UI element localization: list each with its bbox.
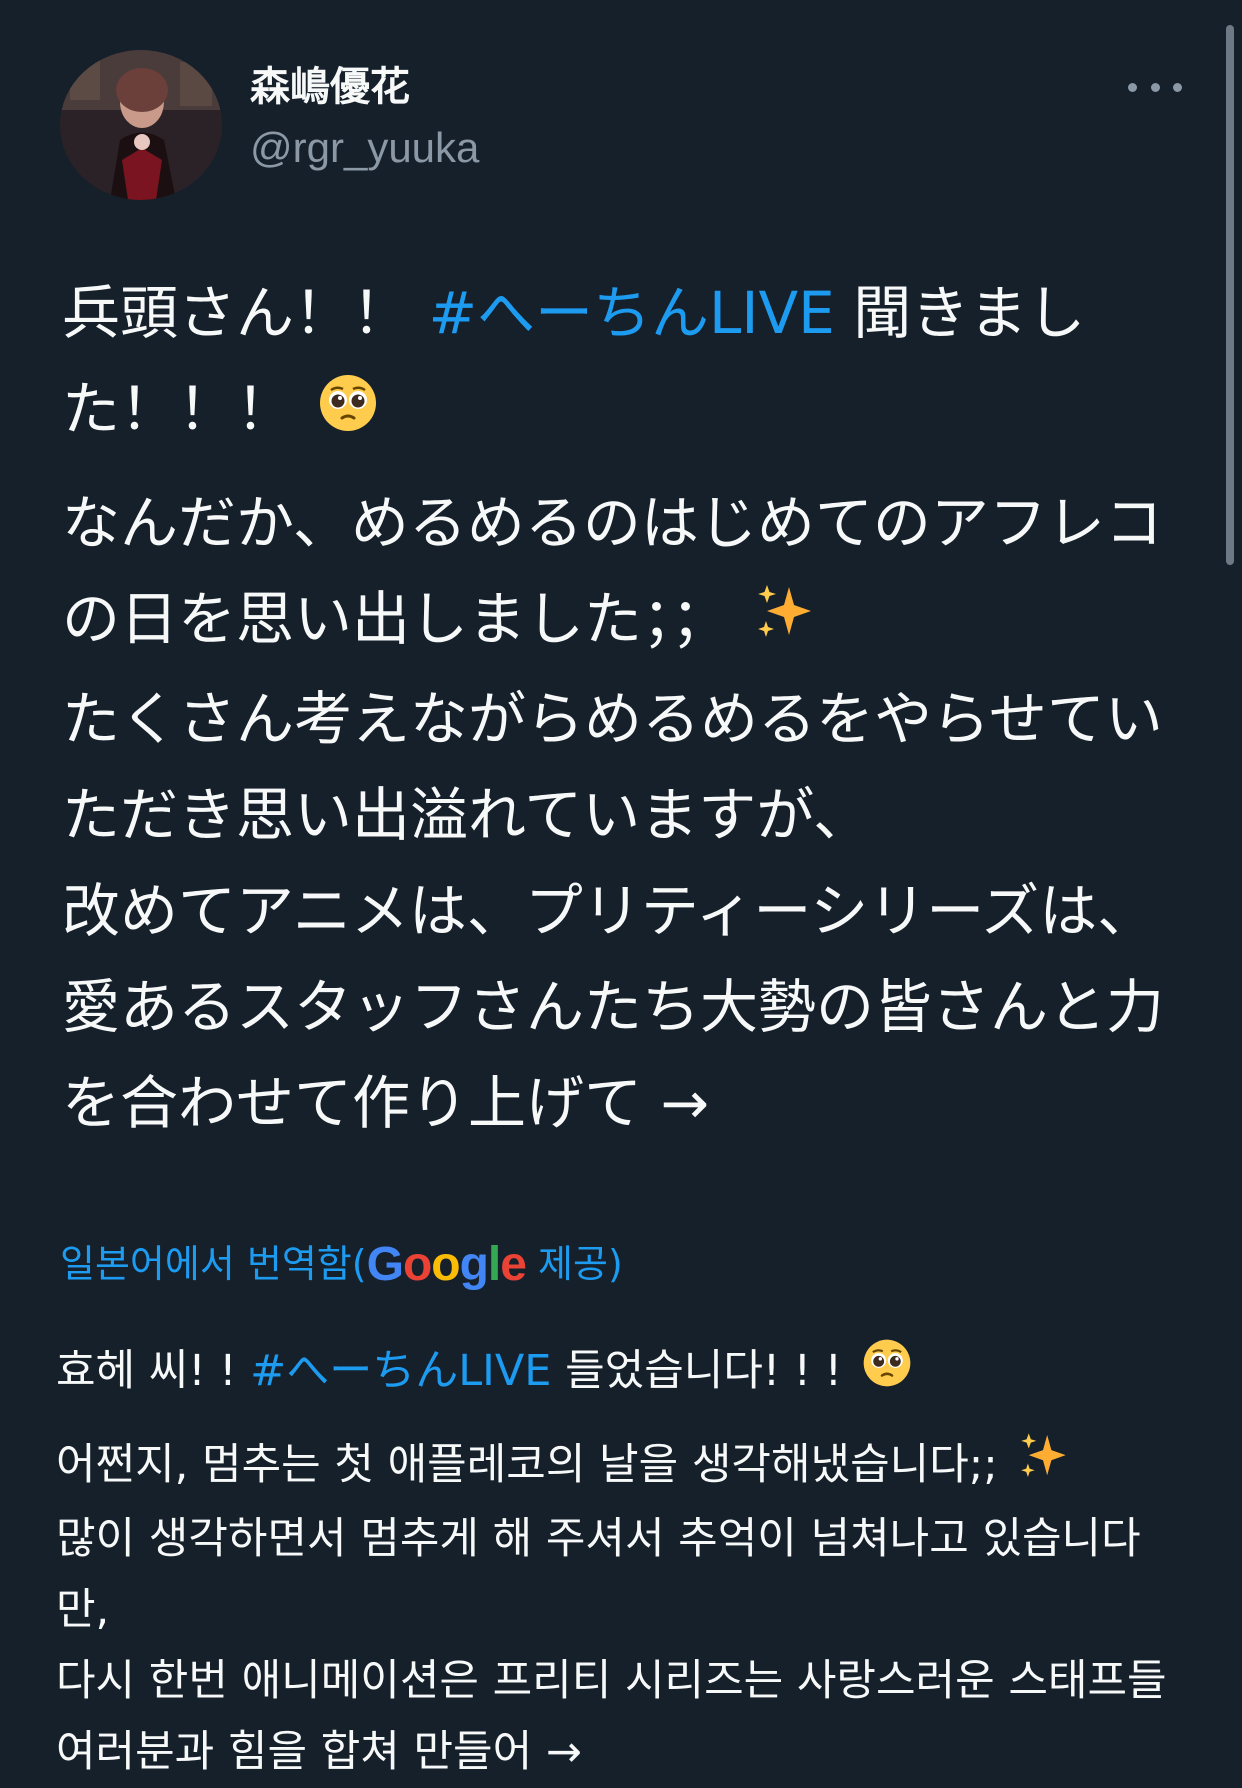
display-name[interactable]: 森嶋優花 bbox=[250, 62, 410, 112]
translated-paragraph-2: 어쩐지, 멈추는 첫 애플레코의 날을 생각해냈습니다;; 많이 생각하면서 멈… bbox=[56, 1430, 1176, 1788]
translated-line-1: 효헤 씨! ! #へーちんLIVE 들었습니다! ! ! bbox=[56, 1336, 1176, 1410]
translation-label: 일본어에서 번역함( bbox=[60, 1242, 367, 1286]
translated-text: 효헤 씨! ! #へーちんLIVE 들었습니다! ! ! 어쩐지, 멈추는 첫 … bbox=[56, 1336, 1176, 1788]
avatar[interactable] bbox=[60, 50, 222, 200]
translated-text-segment: 어쩐지, 멈추는 첫 애플레코의 날을 생각해냈습니다;; bbox=[56, 1440, 998, 1490]
sparkles-icon bbox=[1017, 1430, 1069, 1504]
pleading-face-icon bbox=[862, 1338, 912, 1410]
more-dot-icon bbox=[1128, 83, 1137, 92]
tweet-paragraph-1: 兵頭さん！！ #へーちんLIVE 聞きました！！！ bbox=[62, 265, 1192, 461]
tweet-text-segment: 改めてアニメは、プリティーシリーズは、 bbox=[62, 877, 1155, 945]
tweet-text-segment: 兵頭さん！！ bbox=[62, 279, 428, 347]
user-handle[interactable]: @rgr_yuuka bbox=[250, 122, 479, 174]
pleading-face-icon bbox=[318, 365, 378, 461]
translated-text-segment: 효헤 씨! ! bbox=[56, 1346, 250, 1396]
tweet-text-segment: 愛あるスタッフさんたち大勢の皆さんと力を合わせて作り上げて → bbox=[62, 973, 1164, 1137]
translated-text-segment: 다시 한번 애니메이션은 프리티 시리즈는 사랑스러운 스태프들 여러분과 힘을… bbox=[56, 1656, 1167, 1777]
tweet-paragraph-2: なんだか、めるめるのはじめてのアフレコの日を思い出しました；； たくさん考えなが… bbox=[62, 475, 1192, 1151]
google-logo: Google bbox=[367, 1238, 526, 1291]
tweet-text: 兵頭さん！！ #へーちんLIVE 聞きました！！！ なんだか、めるめるのはじめて… bbox=[62, 265, 1192, 1151]
translated-text-segment: 많이 생각하면서 멈추게 해 주셔서 추억이 넘쳐나고 있습니다만, bbox=[56, 1514, 1141, 1635]
translation-attribution-link[interactable]: 일본어에서 번역함(Google 제공) bbox=[60, 1236, 623, 1293]
hashtag-link[interactable]: #へーちんLIVE bbox=[428, 279, 834, 347]
translation-provider-suffix: 제공) bbox=[526, 1242, 623, 1286]
tweet-text-segment: なんだか、めるめるのはじめてのアフレコの日を思い出しました；； bbox=[62, 489, 1163, 653]
hashtag-link[interactable]: #へーちんLIVE bbox=[250, 1346, 551, 1396]
translated-text-segment: 들었습니다! ! ! bbox=[551, 1346, 842, 1396]
scrollbar[interactable] bbox=[1226, 25, 1234, 565]
avatar-photo bbox=[60, 50, 222, 200]
sparkles-icon bbox=[753, 575, 815, 671]
more-options-button[interactable] bbox=[1128, 72, 1182, 102]
tweet-text-segment: たくさん考えながらめるめるをやらせていただき思い出溢れていますが、 bbox=[62, 685, 1163, 849]
more-dot-icon bbox=[1151, 83, 1160, 92]
more-dot-icon bbox=[1173, 83, 1182, 92]
